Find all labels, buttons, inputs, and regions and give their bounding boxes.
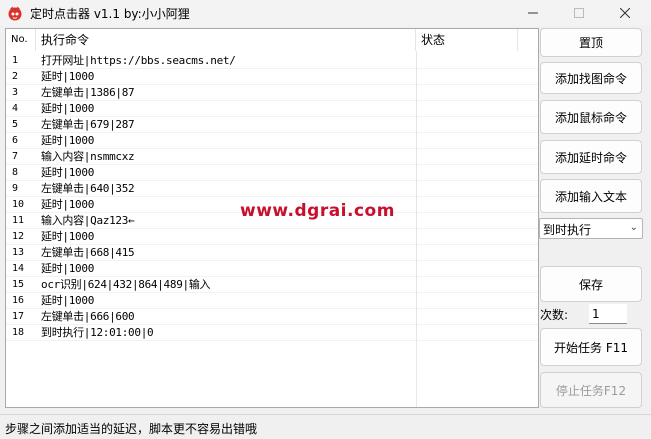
count-input[interactable] xyxy=(589,304,627,324)
row-command: 打开网址|https://bbs.seacms.net/ xyxy=(41,54,236,67)
row-command: 输入内容|nsmmcxz xyxy=(41,150,135,163)
row-number: 11 xyxy=(12,215,25,226)
start-task-button[interactable]: 开始任务 F11 xyxy=(540,328,642,366)
table-row[interactable]: 17 左键单击|666|600 xyxy=(6,309,538,325)
table-row[interactable]: 15 ocr识别|624|432|864|489|输入 xyxy=(6,277,538,293)
row-status xyxy=(416,69,516,85)
window-title: 定时点击器 v1.1 by:小小阿狸 xyxy=(30,7,190,21)
row-number: 3 xyxy=(12,87,19,98)
execution-mode-select[interactable]: 到时执行 ⌄ xyxy=(539,218,643,239)
row-command: 延时|1000 xyxy=(41,294,95,307)
row-number: 18 xyxy=(12,327,25,338)
row-number: 5 xyxy=(12,119,19,130)
row-command: 延时|1000 xyxy=(41,166,95,179)
row-status xyxy=(416,277,516,293)
add-input-text-button[interactable]: 添加输入文本 xyxy=(540,179,642,213)
row-number: 16 xyxy=(12,295,25,306)
execution-mode-value: 到时执行 xyxy=(543,223,592,237)
row-number: 1 xyxy=(12,55,19,66)
table-row[interactable]: 5 左键单击|679|287 xyxy=(6,117,538,133)
row-status xyxy=(416,309,516,325)
table-row[interactable]: 18 到时执行|12:01:00|0 xyxy=(6,325,538,341)
pin-top-button[interactable]: 置顶 xyxy=(540,28,642,57)
maximize-button[interactable] xyxy=(556,0,602,26)
add-find-image-button[interactable]: 添加找图命令 xyxy=(540,62,642,94)
row-number: 2 xyxy=(12,71,19,82)
row-command: 左键单击|666|600 xyxy=(41,310,135,323)
table-row[interactable]: 9 左键单击|640|352 xyxy=(6,181,538,197)
row-number: 10 xyxy=(12,199,25,210)
row-status xyxy=(416,245,516,261)
row-command: 左键单击|679|287 xyxy=(41,118,135,131)
row-status xyxy=(416,325,516,341)
row-command: 左键单击|668|415 xyxy=(41,246,135,259)
row-status xyxy=(416,181,516,197)
table-row[interactable]: 8 延时|1000 xyxy=(6,165,538,181)
close-button[interactable] xyxy=(602,0,648,26)
list-body: 1 打开网址|https://bbs.seacms.net/2 延时|1000 3 左键… xyxy=(6,53,538,341)
row-status xyxy=(416,117,516,133)
table-row[interactable]: 12 延时|1000 xyxy=(6,229,538,245)
status-bar: 步骤之间添加适当的延迟，脚本更不容易出错哦 xyxy=(0,414,651,439)
row-command: 延时|1000 xyxy=(41,134,95,147)
stop-task-button[interactable]: 停止任务F12 xyxy=(540,372,642,408)
table-row[interactable]: 13 左键单击|668|415 xyxy=(6,245,538,261)
table-row[interactable]: 1 打开网址|https://bbs.seacms.net/ xyxy=(6,53,538,69)
row-number: 9 xyxy=(12,183,19,194)
row-status xyxy=(416,101,516,117)
minimize-button[interactable] xyxy=(510,0,556,26)
minimize-icon xyxy=(528,12,538,14)
app-icon xyxy=(8,6,22,21)
save-button[interactable]: 保存 xyxy=(540,266,642,302)
row-number: 13 xyxy=(12,247,25,258)
row-status xyxy=(416,133,516,149)
table-row[interactable]: 7 输入内容|nsmmcxz xyxy=(6,149,538,165)
row-command: ocr识别|624|432|864|489|输入 xyxy=(41,278,211,291)
row-status xyxy=(416,261,516,277)
row-number: 8 xyxy=(12,167,19,178)
watermark: www.dgrai.com xyxy=(240,201,395,221)
row-status xyxy=(416,165,516,181)
table-row[interactable]: 2 延时|1000 xyxy=(6,69,538,85)
table-row[interactable]: 6 延时|1000 xyxy=(6,133,538,149)
row-command: 延时|1000 xyxy=(41,102,95,115)
column-header-command[interactable]: 执行命令 xyxy=(36,29,416,51)
row-status xyxy=(416,53,516,69)
close-icon xyxy=(620,8,630,18)
list-header: No. 执行命令 状态 xyxy=(6,29,538,51)
row-status xyxy=(416,149,516,165)
column-header-no[interactable]: No. xyxy=(6,29,36,51)
row-status xyxy=(416,213,516,229)
row-command: 到时执行|12:01:00|0 xyxy=(41,326,154,339)
table-row[interactable]: 14 延时|1000 xyxy=(6,261,538,277)
column-header-status[interactable]: 状态 xyxy=(416,29,518,51)
row-command: 延时|1000 xyxy=(41,70,95,83)
maximize-icon xyxy=(574,8,584,18)
row-command: 左键单击|1386|87 xyxy=(41,86,135,99)
row-number: 17 xyxy=(12,311,25,322)
row-number: 12 xyxy=(12,231,25,242)
add-delay-command-button[interactable]: 添加延时命令 xyxy=(540,140,642,174)
row-command: 延时|1000 xyxy=(41,262,95,275)
title-bar: 定时点击器 v1.1 by:小小阿狸 xyxy=(0,0,651,26)
row-status xyxy=(416,293,516,309)
row-status xyxy=(416,85,516,101)
chevron-down-icon: ⌄ xyxy=(629,222,638,233)
count-label: 次数: xyxy=(540,308,569,322)
row-status xyxy=(416,229,516,245)
table-row[interactable]: 4 延时|1000 xyxy=(6,101,538,117)
add-mouse-command-button[interactable]: 添加鼠标命令 xyxy=(540,100,642,134)
row-command: 延时|1000 xyxy=(41,230,95,243)
status-text: 步骤之间添加适当的延迟，脚本更不容易出错哦 xyxy=(5,422,258,436)
row-number: 4 xyxy=(12,103,19,114)
table-row[interactable]: 3 左键单击|1386|87 xyxy=(6,85,538,101)
row-number: 14 xyxy=(12,263,25,274)
row-number: 6 xyxy=(12,135,19,146)
row-number: 7 xyxy=(12,151,19,162)
table-row[interactable]: 16 延时|1000 xyxy=(6,293,538,309)
row-command: 左键单击|640|352 xyxy=(41,182,135,195)
row-status xyxy=(416,197,516,213)
row-number: 15 xyxy=(12,279,25,290)
